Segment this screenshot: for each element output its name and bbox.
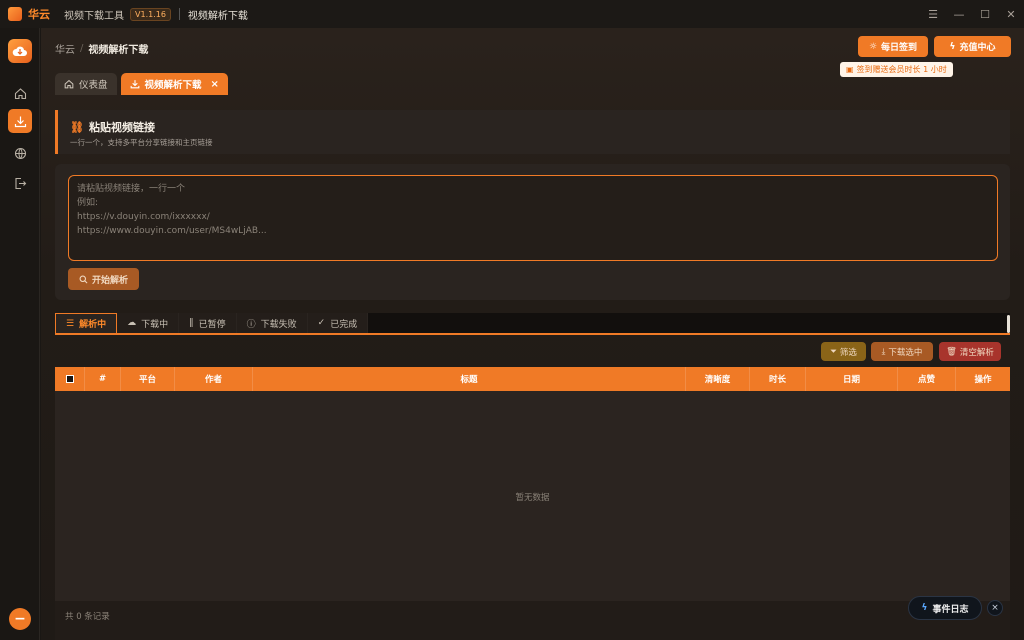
checkin-button[interactable]: ☼ 每日签到 bbox=[858, 36, 928, 57]
app-logo-icon bbox=[8, 7, 22, 21]
checkbox[interactable] bbox=[65, 375, 74, 383]
tab-parsing[interactable]: ☰ 解析中 bbox=[55, 313, 118, 333]
maximize-icon[interactable]: ☐ bbox=[972, 0, 998, 28]
breadcrumb-current: 视频解析下载 bbox=[88, 45, 149, 56]
sun-icon: ☼ bbox=[868, 41, 878, 52]
app-name: 视频下载工具 bbox=[64, 10, 124, 22]
tab-video-parse[interactable]: 视频解析下载 × bbox=[120, 73, 228, 95]
recharge-label: 充值中心 bbox=[959, 43, 996, 53]
trash-icon: 🗑 bbox=[946, 346, 957, 357]
url-input[interactable]: 请粘贴视频链接，一行一个 例如: https://v.douyin.com/ix… bbox=[68, 175, 998, 261]
checkin-tooltip: ▣ 签到赠送会员时长 1 小时 bbox=[840, 62, 953, 77]
tab-label: 已暂停 bbox=[198, 319, 226, 330]
gift-icon: ▣ bbox=[846, 65, 854, 74]
globe-icon[interactable] bbox=[8, 141, 32, 165]
sidebar: − bbox=[0, 28, 40, 640]
empty-state: 暂无数据 bbox=[515, 493, 550, 503]
list-icon: ☰ bbox=[66, 318, 75, 329]
breadcrumb-separator: / bbox=[80, 43, 84, 54]
lightning-icon: ϟ bbox=[949, 41, 956, 52]
download-selected-button[interactable]: ⤓ 下载选中 bbox=[871, 342, 933, 361]
section-title-text: 粘贴视频链接 bbox=[88, 121, 155, 134]
input-card: 请粘贴视频链接，一行一个 例如: https://v.douyin.com/ix… bbox=[55, 164, 1010, 300]
filter-button[interactable]: ⏷ 筛选 bbox=[821, 342, 866, 361]
filter-icon: ⏷ bbox=[830, 346, 837, 357]
total-count: 共 0 条记录 bbox=[65, 612, 110, 622]
col-likes: 点赞 bbox=[898, 367, 956, 391]
status-tabs: ☰ 解析中 ☁ 下载中 ‖ 已暂停 ⓘ 下载失败 ✓ 已完成 bbox=[55, 313, 1010, 335]
tooltip-text: 签到赠送会员时长 1 小时 bbox=[856, 65, 947, 74]
home-icon[interactable] bbox=[8, 81, 32, 105]
tab-label: 已完成 bbox=[330, 319, 358, 330]
page-tabs: 仪表盘 视频解析下载 × bbox=[55, 73, 228, 95]
window-controls: ☰ — ☐ ✕ bbox=[920, 0, 1024, 28]
col-title: 标题 bbox=[253, 367, 686, 391]
table-footer: 共 0 条记录 bbox=[55, 601, 1010, 640]
cloud-download-icon: ☁ bbox=[127, 318, 137, 328]
link-icon: ⛓ bbox=[70, 120, 84, 134]
start-parse-label: 开始解析 bbox=[91, 275, 128, 286]
tab-downloading[interactable]: ☁ 下载中 bbox=[117, 313, 180, 333]
breadcrumb: 华云 / 视频解析下载 bbox=[55, 41, 148, 56]
close-event-log-icon[interactable]: × bbox=[987, 600, 1003, 616]
download-icon[interactable] bbox=[8, 109, 32, 133]
tab-label: 下载中 bbox=[141, 319, 169, 330]
download-selected-label: 下载选中 bbox=[888, 347, 923, 358]
collapse-icon[interactable]: − bbox=[9, 608, 31, 630]
check-circle-icon: ✓ bbox=[317, 318, 326, 328]
pause-icon: ‖ bbox=[189, 318, 194, 328]
col-duration: 时长 bbox=[750, 367, 806, 391]
tab-dashboard[interactable]: 仪表盘 bbox=[55, 73, 117, 95]
search-icon bbox=[79, 275, 88, 284]
home-icon bbox=[64, 79, 74, 89]
main-content: 华云 / 视频解析下载 ☼ 每日签到 ϟ 充值中心 ▣ 签到赠送会员时长 1 小… bbox=[41, 28, 1024, 640]
lightning-icon: ϟ bbox=[921, 603, 928, 613]
col-platform: 平台 bbox=[121, 367, 175, 391]
minimize-icon[interactable]: — bbox=[946, 0, 972, 28]
tabs-scrollbar[interactable] bbox=[1007, 315, 1010, 333]
title-separator bbox=[178, 8, 180, 20]
window-page-name: 视频解析下载 bbox=[187, 10, 248, 22]
clear-parse-label: 清空解析 bbox=[959, 347, 994, 358]
tab-completed[interactable]: ✓ 已完成 bbox=[307, 313, 369, 333]
tab-label: 下载失败 bbox=[260, 319, 297, 330]
brand-name: 华云 bbox=[28, 8, 50, 21]
close-tab-icon[interactable]: × bbox=[211, 79, 219, 90]
col-author: 作者 bbox=[175, 367, 253, 391]
section-title: ⛓ 粘贴视频链接 bbox=[70, 119, 155, 135]
breadcrumb-root[interactable]: 华云 bbox=[55, 41, 75, 56]
filter-label: 筛选 bbox=[839, 347, 857, 358]
table-header: # 平台 作者 标题 清晰度 时长 日期 点赞 操作 bbox=[55, 367, 1010, 391]
col-date: 日期 bbox=[806, 367, 898, 391]
event-log-button[interactable]: ϟ 事件日志 bbox=[908, 596, 982, 620]
logout-icon[interactable] bbox=[8, 171, 32, 195]
col-quality: 清晰度 bbox=[686, 367, 750, 391]
header: 华云 / 视频解析下载 ☼ 每日签到 ϟ 充值中心 ▣ 签到赠送会员时长 1 小… bbox=[41, 28, 1024, 77]
col-actions: 操作 bbox=[974, 375, 992, 385]
download-icon: ⤓ bbox=[881, 346, 886, 357]
results-table: # 平台 作者 标题 清晰度 时长 日期 点赞 操作 暂无数据 bbox=[55, 367, 1010, 601]
tab-label: 解析中 bbox=[79, 320, 107, 330]
cloud-logo-icon bbox=[8, 39, 32, 63]
tab-label: 视频解析下载 bbox=[144, 80, 202, 91]
event-log-label: 事件日志 bbox=[932, 604, 969, 615]
select-all-checkbox[interactable] bbox=[55, 367, 85, 391]
section-subtitle: 一行一个，支持多平台分享链接和主页链接 bbox=[70, 138, 213, 147]
recharge-button[interactable]: ϟ 充值中心 bbox=[934, 36, 1011, 57]
start-parse-button[interactable]: 开始解析 bbox=[68, 268, 139, 290]
version-badge: V1.1.16 bbox=[130, 7, 171, 21]
paste-section-header: ⛓ 粘贴视频链接 一行一个，支持多平台分享链接和主页链接 bbox=[55, 110, 1010, 154]
tab-failed[interactable]: ⓘ 下载失败 bbox=[236, 313, 308, 333]
download-icon bbox=[130, 79, 140, 89]
col-index: # bbox=[85, 367, 121, 391]
close-window-icon[interactable]: ✕ bbox=[998, 0, 1024, 28]
title-bar: 华云 视频下载工具 V1.1.16 视频解析下载 ☰ — ☐ ✕ bbox=[0, 0, 1024, 28]
alert-icon: ⓘ bbox=[246, 319, 256, 330]
tab-paused[interactable]: ‖ 已暂停 bbox=[179, 313, 237, 333]
tab-label: 仪表盘 bbox=[79, 80, 108, 91]
checkin-label: 每日签到 bbox=[881, 43, 918, 53]
menu-icon[interactable]: ☰ bbox=[920, 0, 946, 28]
clear-parse-button[interactable]: 🗑 清空解析 bbox=[939, 342, 1001, 361]
